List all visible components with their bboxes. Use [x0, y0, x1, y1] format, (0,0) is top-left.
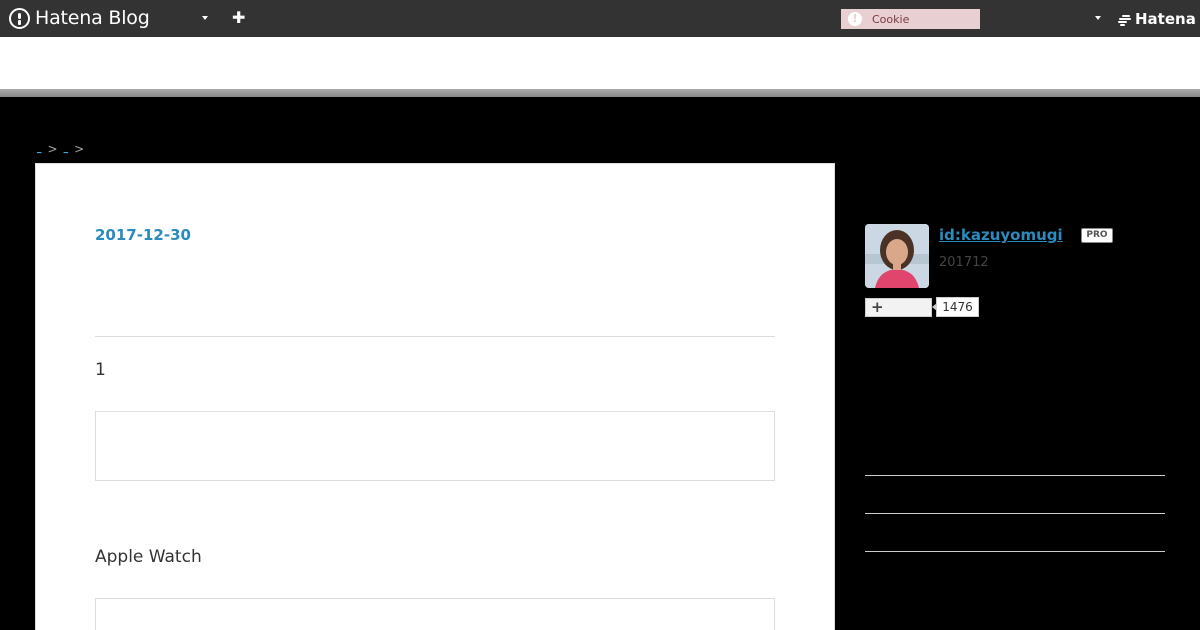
sidebar-divider [865, 475, 1165, 476]
subscribe-button[interactable]: + [865, 298, 932, 317]
breadcrumb-separator: > [74, 142, 85, 156]
entry-date-link[interactable]: 2017-12-30 [95, 226, 191, 244]
hatena-mark-icon [1118, 12, 1132, 26]
cookie-notice-banner[interactable]: ! Cookie [841, 9, 980, 29]
breadcrumb-link-category[interactable]: _ [61, 144, 72, 154]
sidebar-divider [865, 551, 1165, 552]
entry-divider [95, 336, 775, 337]
global-header: Hatena Blog ✚ ! Cookie Hatena [0, 0, 1200, 37]
pro-badge: PRO [1081, 228, 1113, 243]
logo-text: Hatena Blog [35, 7, 150, 29]
hatena-logo[interactable]: Hatena [1118, 10, 1196, 28]
blog-title-band [0, 37, 1200, 89]
subscriber-count: 1476 [932, 297, 979, 317]
profile-user-id-link[interactable]: id:kazuyomugi [939, 226, 1063, 244]
sidebar-divider [865, 513, 1165, 514]
breadcrumb: _ > _ > [34, 142, 87, 156]
section-heading: 1 [95, 360, 106, 380]
alert-icon: ! [848, 12, 862, 26]
user-menu-caret-icon[interactable] [1095, 16, 1101, 20]
header-divider [0, 89, 1200, 97]
new-entry-plus-icon[interactable]: ✚ [232, 8, 245, 28]
entry-card: 2017-12-30 1 Apple Watch [35, 163, 835, 630]
hatena-blog-logo-icon [9, 7, 30, 29]
hatena-logo-text: Hatena [1135, 10, 1196, 28]
profile-photo-icon [865, 224, 929, 288]
embedded-card[interactable] [95, 411, 775, 481]
profile-since-date: 201712 [939, 255, 989, 270]
hatena-blog-logo[interactable]: Hatena Blog [9, 7, 150, 29]
embedded-card[interactable] [95, 598, 775, 630]
profile-avatar[interactable] [865, 224, 929, 288]
cookie-notice-text: Cookie [872, 12, 910, 26]
plus-icon: + [871, 298, 884, 316]
blog-menu-caret-icon[interactable] [202, 16, 208, 20]
section-heading: Apple Watch [95, 547, 202, 567]
breadcrumb-separator: > [47, 142, 58, 156]
breadcrumb-link-top[interactable]: _ [34, 144, 45, 154]
